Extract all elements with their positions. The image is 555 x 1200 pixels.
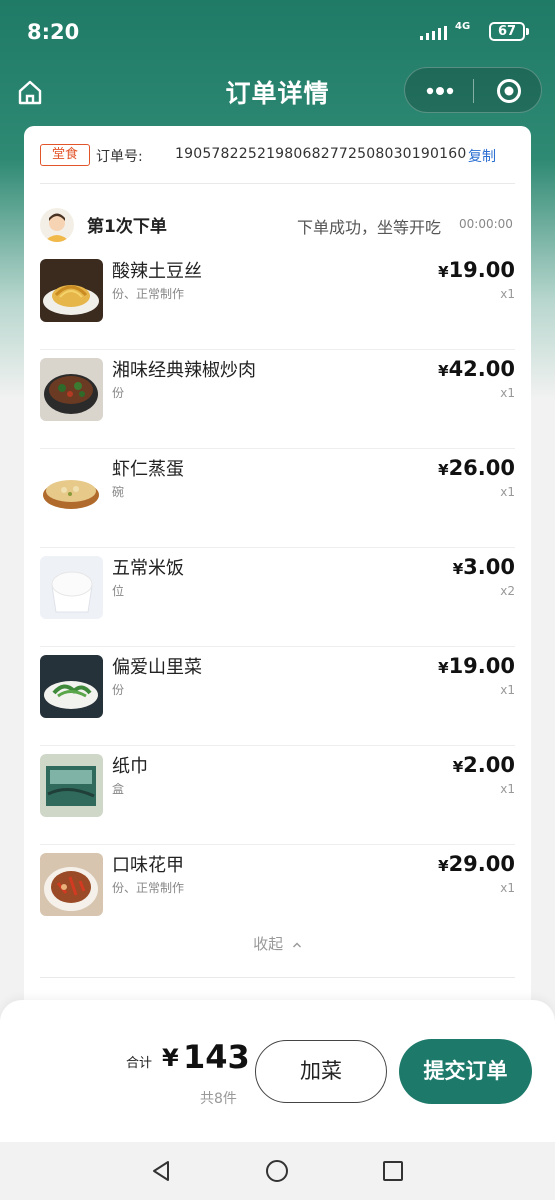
copy-button[interactable]: 复制 — [468, 146, 496, 166]
add-dish-button[interactable]: 加菜 — [255, 1040, 387, 1103]
back-icon[interactable] — [150, 1159, 172, 1183]
total-amount: 143 — [183, 1038, 250, 1076]
capsule-divider — [473, 79, 474, 103]
home-circle-icon[interactable] — [265, 1159, 289, 1183]
item-name: 虾仁蒸蛋 — [112, 459, 184, 480]
avatar — [40, 208, 74, 242]
order-item[interactable]: 纸巾 盒 ¥2.00 x1 — [40, 746, 515, 845]
item-spec: 份、正常制作 — [112, 881, 185, 895]
item-price: ¥19.00 — [438, 654, 515, 678]
order-item[interactable]: 口味花甲 份、正常制作 ¥29.00 x1 — [40, 845, 515, 944]
battery-level: 67 — [489, 22, 529, 41]
item-spec: 碗 — [112, 485, 125, 499]
item-count: 共8件 — [200, 1091, 237, 1107]
status-bar: 8:20 4G 67 — [0, 0, 555, 62]
item-spec: 位 — [112, 584, 125, 598]
batch-time: 00:00:00 — [459, 217, 513, 231]
total-currency: ¥ — [162, 1044, 179, 1072]
order-item[interactable]: 五常米饭 位 ¥3.00 x2 — [40, 548, 515, 647]
batch-status: 下单成功，坐等开吃 — [297, 218, 442, 237]
order-number-label: 订单号: — [96, 149, 143, 165]
item-name: 纸巾 — [112, 756, 148, 777]
signal-icon — [420, 26, 447, 40]
item-quantity: x1 — [500, 287, 515, 301]
item-spec: 盒 — [112, 782, 125, 796]
item-spec: 份 — [112, 683, 125, 697]
more-icon[interactable] — [425, 83, 455, 99]
collapse-label: 收起 — [253, 935, 284, 953]
item-price: ¥2.00 — [452, 753, 515, 777]
dish-image — [40, 358, 103, 421]
item-name: 偏爱山里菜 — [112, 657, 202, 678]
dine-in-tag: 堂食 — [40, 144, 90, 166]
item-price: ¥42.00 — [438, 357, 515, 381]
order-item[interactable]: 偏爱山里菜 份 ¥19.00 x1 — [40, 647, 515, 746]
dish-image — [40, 655, 103, 718]
order-batch-header: 第1次下单 下单成功，坐等开吃 00:00:00 — [40, 208, 515, 242]
order-item[interactable]: 酸辣土豆丝 份、正常制作 ¥19.00 x1 — [40, 251, 515, 350]
total-label: 合计 — [126, 1056, 153, 1071]
chevron-up-icon — [292, 942, 301, 948]
item-price: ¥29.00 — [438, 852, 515, 876]
submit-order-button[interactable]: 提交订单 — [399, 1039, 532, 1104]
item-spec: 份 — [112, 386, 125, 400]
dish-image — [40, 853, 103, 916]
network-type: 4G — [455, 21, 471, 32]
nav-bar: 订单详情 — [0, 62, 555, 122]
item-quantity: x1 — [500, 386, 515, 400]
item-quantity: x1 — [500, 782, 515, 796]
status-time: 8:20 — [27, 20, 80, 44]
system-navigation-bar — [0, 1142, 555, 1200]
item-name: 口味花甲 — [112, 855, 184, 876]
item-price: ¥26.00 — [438, 456, 515, 480]
order-item[interactable]: 湘味经典辣椒炒肉 份 ¥42.00 x1 — [40, 350, 515, 449]
target-icon[interactable] — [496, 78, 522, 104]
dish-image — [40, 457, 103, 520]
item-name: 五常米饭 — [112, 558, 184, 579]
item-price: ¥3.00 — [452, 555, 515, 579]
divider — [40, 183, 515, 184]
item-price: ¥19.00 — [438, 258, 515, 282]
dish-image — [40, 754, 103, 817]
dish-image — [40, 556, 103, 619]
item-name: 酸辣土豆丝 — [112, 261, 202, 282]
item-quantity: x1 — [500, 683, 515, 697]
recent-apps-icon[interactable] — [382, 1160, 404, 1182]
item-quantity: x2 — [500, 584, 515, 598]
collapse-button[interactable]: 收起 — [24, 933, 531, 954]
item-quantity: x1 — [500, 485, 515, 499]
item-quantity: x1 — [500, 881, 515, 895]
item-spec: 份、正常制作 — [112, 287, 185, 301]
dish-image — [40, 259, 103, 322]
item-name: 湘味经典辣椒炒肉 — [112, 360, 256, 381]
order-card: 堂食 订单号: 19057822521980682772508030190160… — [24, 126, 531, 1026]
divider — [40, 977, 515, 978]
order-item[interactable]: 虾仁蒸蛋 碗 ¥26.00 x1 — [40, 449, 515, 548]
order-number: 19057822521980682772508030190160 — [175, 146, 467, 162]
batch-title: 第1次下单 — [87, 217, 167, 237]
order-info-row: 堂食 订单号: 19057822521980682772508030190160… — [40, 144, 515, 166]
mini-program-capsule — [404, 67, 542, 113]
checkout-bar: 合计 ¥ 143 共8件 加菜 提交订单 — [0, 1000, 555, 1142]
user-avatar-icon — [44, 213, 70, 242]
